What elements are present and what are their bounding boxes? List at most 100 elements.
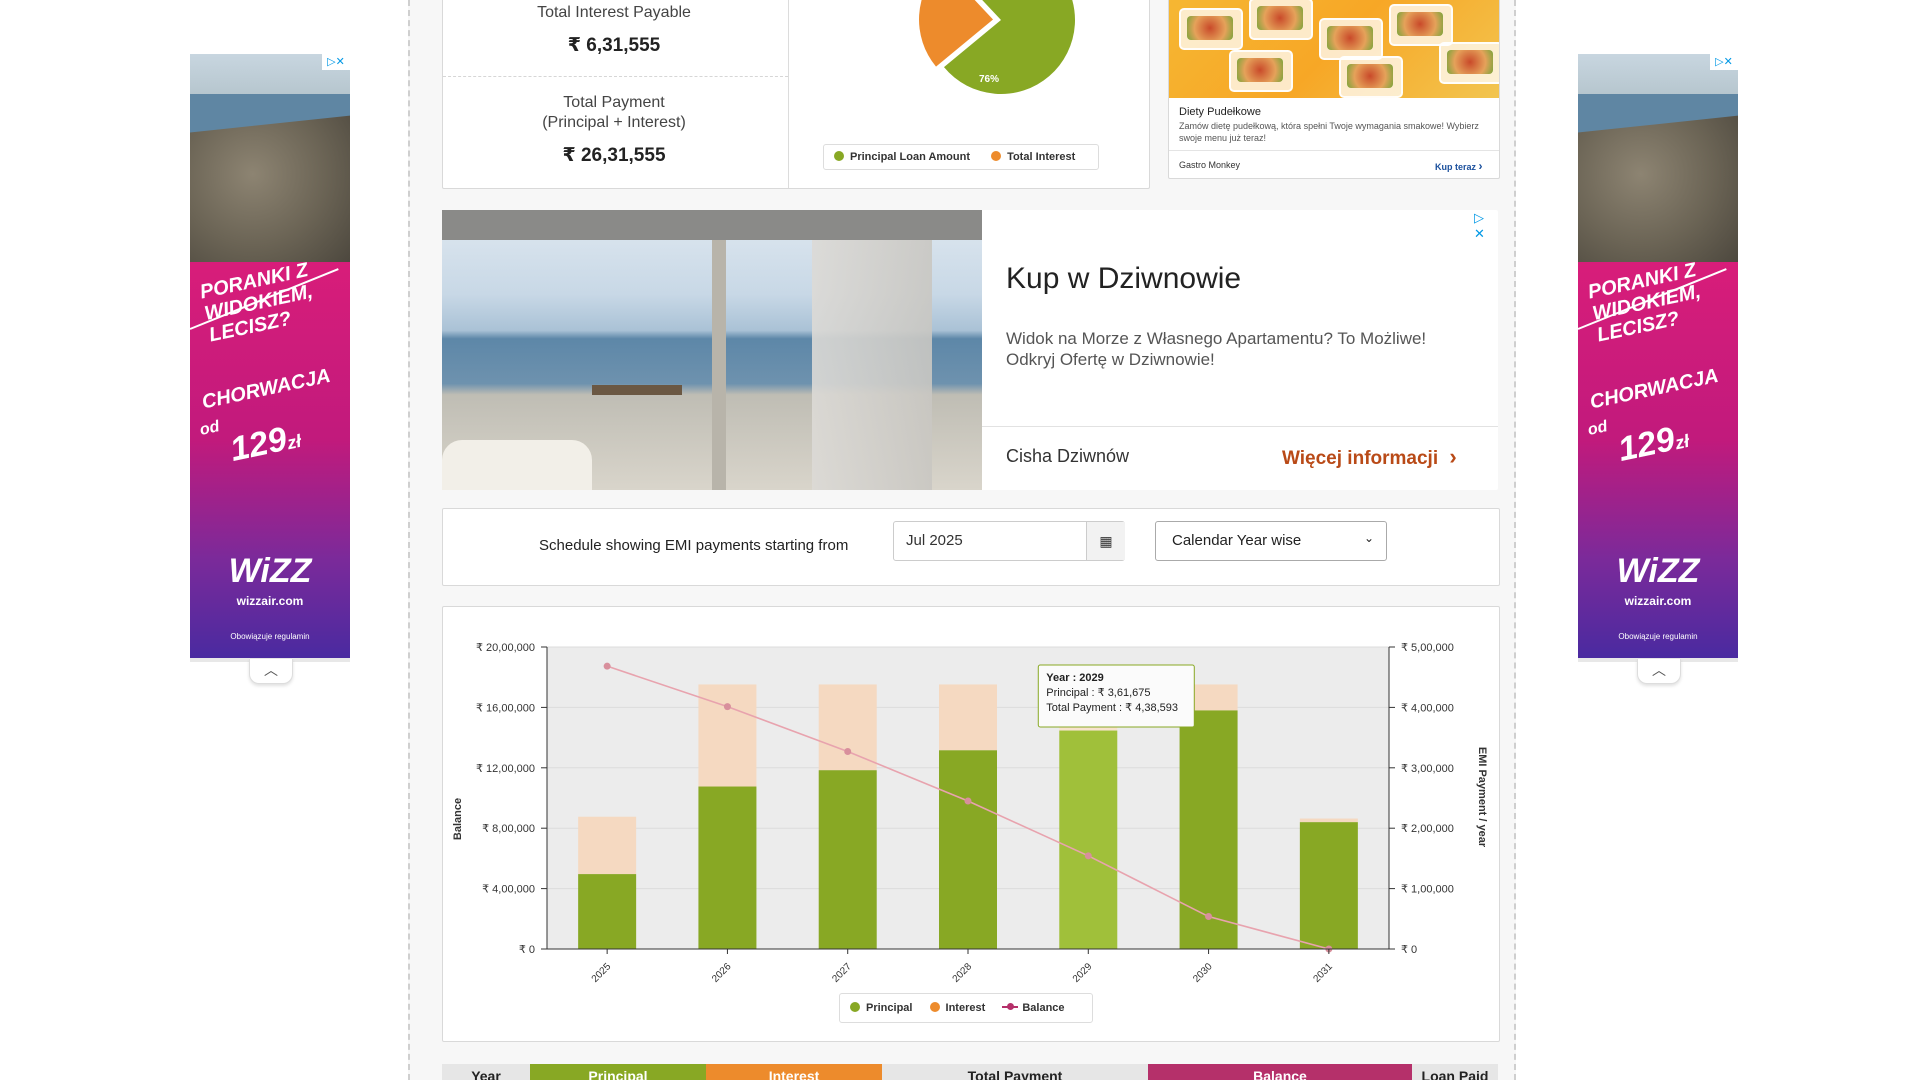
apartment-ad[interactable]: ▷ ✕ Kup w Dziwnowie Widok na Morze z Wła… xyxy=(442,210,1498,490)
bar-interest-2025[interactable] xyxy=(578,816,637,875)
y-left-title: Balance xyxy=(452,798,464,840)
apartment-ad-desc-2: Odkryj Ofertę w Dziwnowie! xyxy=(1006,350,1215,369)
total-interest-value: ₹ 6,31,555 xyxy=(567,35,661,56)
y-right-tick-label: ₹ 3,00,000 xyxy=(1401,763,1454,775)
balance-point-2028[interactable] xyxy=(964,797,972,805)
y-left-tick-label: ₹ 12,00,000 xyxy=(476,763,535,775)
apartment-ad-cta[interactable]: Więcej informacji › xyxy=(1282,444,1457,470)
bar-interest-2028[interactable] xyxy=(939,684,997,751)
calendar-icon[interactable]: ▦ xyxy=(1086,522,1125,560)
table-header-loan-paid: Loan Paid xyxy=(1412,1064,1498,1080)
tooltip-total-payment: Total Payment : ₹ 4,38,593 xyxy=(1046,702,1178,714)
collapse-ad-right-button[interactable]: ︿ xyxy=(1637,659,1681,684)
table-header-balance: Balance xyxy=(1148,1064,1412,1080)
collapse-ad-left-button[interactable]: ︿ xyxy=(249,659,293,684)
x-tick-label: 2026 xyxy=(710,961,734,985)
legend-item-interest[interactable]: Total Interest xyxy=(991,151,1075,163)
ad-url: wizzair.com xyxy=(236,594,304,608)
right-side-ad[interactable]: ▷✕ PORANKI Z WIDOKIEM, LECISZ? CHORWACJA… xyxy=(1577,54,1738,658)
total-interest-label: Total Interest Payable xyxy=(537,4,691,21)
start-month-field[interactable]: Jul 2025 ▦ xyxy=(893,521,1125,561)
schedule-chart-legend: Principal Interest Balance xyxy=(839,993,1093,1023)
schedule-controls: Schedule showing EMI payments starting f… xyxy=(442,508,1500,586)
y-right-tick-label: ₹ 4,00,000 xyxy=(1401,702,1454,714)
ad-headline: PORANKI Z WIDOKIEM, LECISZ? xyxy=(198,259,315,347)
x-tick-label: 2025 xyxy=(590,961,614,985)
y-left-tick-label: ₹ 16,00,000 xyxy=(476,702,535,714)
curtain xyxy=(812,240,932,490)
ad-photo xyxy=(190,54,350,262)
y-left-tick-label: ₹ 20,00,000 xyxy=(476,642,535,654)
schedule-mode-value: Calendar Year wise xyxy=(1172,532,1302,549)
main-column: Total Interest Payable ₹ 6,31,555 Total … xyxy=(408,0,1516,1080)
food-ad[interactable]: Diety Pudełkowe Zamów dietę pudełkową, k… xyxy=(1168,0,1500,179)
left-side-ad[interactable]: ▷✕ PORANKI Z WIDOKIEM, LECISZ? CHORWACJA… xyxy=(189,54,350,658)
emi-schedule-chart-box: ₹ 20,00,000 ₹ 5,00,000 ₹ 16,00,000 ₹ 4,00,0… xyxy=(442,606,1500,1042)
x-tick-label: 2028 xyxy=(951,961,975,985)
balance-point-2027[interactable] xyxy=(844,747,852,755)
legend-item-principal[interactable]: Principal Loan Amount xyxy=(834,151,970,163)
legend-item-principal[interactable]: Principal xyxy=(850,1002,912,1014)
bar-principal-2026[interactable] xyxy=(698,786,757,949)
chevron-down-icon: ⌄ xyxy=(1364,531,1375,545)
ad-headline: PORANKI Z WIDOKIEM, LECISZ? xyxy=(1586,259,1703,347)
apartment-ad-divider xyxy=(982,426,1498,427)
apartment-ad-photo xyxy=(442,210,982,490)
y-right-tick-label: ₹ 0 xyxy=(1401,944,1417,956)
bar-interest-2027[interactable] xyxy=(818,684,877,771)
food-ad-divider xyxy=(1169,150,1499,151)
y-left-tick-label: ₹ 8,00,000 xyxy=(482,823,535,835)
y-right-title: EMI Payment / year xyxy=(1476,747,1488,848)
bar-principal-2031[interactable] xyxy=(1299,822,1358,949)
y-left-tick-label: ₹ 0 xyxy=(519,944,535,956)
table-header-year: Year xyxy=(442,1064,530,1080)
ad-pink-panel: PORANKI Z WIDOKIEM, LECISZ? CHORWACJA od… xyxy=(1577,259,1738,658)
ad-choices-icon[interactable]: ▷✕ xyxy=(322,54,350,70)
schedule-mode-select[interactable]: Calendar Year wise ⌄ xyxy=(1155,521,1387,561)
ad-brand-logo: WiZZ xyxy=(228,552,312,590)
food-ad-image xyxy=(1169,0,1499,98)
ad-price: 129zł xyxy=(226,419,303,469)
schedule-label: Schedule showing EMI payments starting f… xyxy=(539,537,849,554)
bar-principal-2028[interactable] xyxy=(939,750,997,949)
bar-interest-2031[interactable] xyxy=(1299,818,1358,823)
total-payment-value: ₹ 26,31,555 xyxy=(562,145,666,166)
pie-legend: Principal Loan Amount Total Interest xyxy=(823,144,1099,170)
emi-schedule-chart: ₹ 20,00,000 ₹ 5,00,000 ₹ 16,00,000 ₹ 4,00,0… xyxy=(452,642,1488,985)
ad-choices-icon[interactable]: ▷ ✕ xyxy=(1474,210,1498,242)
bar-principal-2025[interactable] xyxy=(578,874,637,949)
chevron-right-icon: › xyxy=(1449,444,1457,469)
legend-item-interest[interactable]: Interest xyxy=(929,1002,985,1014)
balance-point-2029[interactable] xyxy=(1084,852,1092,860)
apartment-ad-title[interactable]: Kup w Dziwnowie xyxy=(1006,262,1241,296)
table-header-principal: Principal xyxy=(530,1064,706,1080)
loan-pie-chart: 76% xyxy=(919,0,1075,94)
balance-point-2026[interactable] xyxy=(723,703,731,711)
pie-percent-label: 76% xyxy=(979,74,999,85)
balance-point-2030[interactable] xyxy=(1205,913,1213,921)
ad-destination: CHORWACJA xyxy=(1588,364,1721,414)
tooltip-principal: Principal : ₹ 3,61,675 xyxy=(1046,687,1150,699)
summary-separator xyxy=(443,76,788,77)
legend-item-balance[interactable]: Balance xyxy=(1002,1002,1065,1014)
tooltip-year: Year : 2029 xyxy=(1046,672,1104,684)
x-tick-label: 2030 xyxy=(1191,961,1215,985)
ad-terms: Obowiązuje regulamin xyxy=(230,632,310,641)
ad-choices-icon[interactable]: ▷✕ xyxy=(1710,54,1738,70)
food-ad-title[interactable]: Diety Pudełkowe xyxy=(1179,106,1261,118)
legend-dot xyxy=(929,1002,940,1012)
ceiling xyxy=(442,210,982,240)
emi-summary-box: Total Interest Payable ₹ 6,31,555 Total … xyxy=(442,0,1150,189)
bar-principal-2029[interactable] xyxy=(1059,730,1118,949)
apartment-ad-advertiser: Cisha Dziwnów xyxy=(1006,446,1130,466)
food-ad-cta[interactable]: Kup teraz › xyxy=(1435,159,1483,173)
apartment-ad-desc-1: Widok na Morze z Własnego Apartamentu? T… xyxy=(1006,329,1427,348)
balance-point-2025[interactable] xyxy=(603,662,611,670)
legend-dot xyxy=(850,1002,860,1012)
y-left-tick-label: ₹ 4,00,000 xyxy=(482,884,535,896)
ad-price-prefix: od xyxy=(1586,418,1609,439)
bar-principal-2027[interactable] xyxy=(818,770,877,949)
legend-dot xyxy=(991,151,1002,161)
x-tick-label: 2027 xyxy=(830,961,854,985)
sofa xyxy=(442,440,592,490)
